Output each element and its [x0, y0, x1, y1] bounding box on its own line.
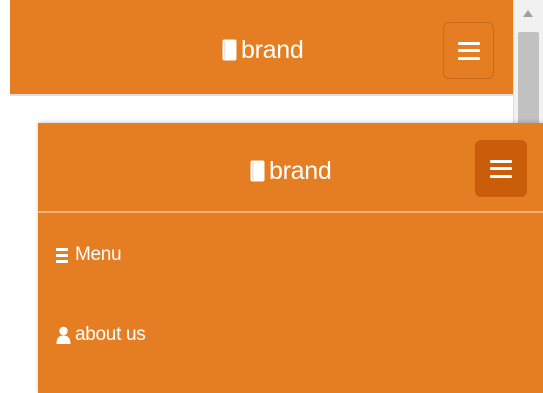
nav-item-label: about us	[75, 324, 146, 345]
user-icon	[56, 326, 71, 344]
expanded-navbar-header: brand	[38, 123, 543, 213]
nav-menu-list: Menu about us	[38, 215, 543, 375]
brand-link[interactable]: brand	[222, 35, 304, 65]
nav-item-label: Menu	[75, 244, 122, 265]
book-icon	[250, 160, 265, 182]
brand-link[interactable]: brand	[250, 156, 332, 186]
hamburger-icon	[490, 159, 512, 178]
brand-label: brand	[269, 156, 332, 185]
nav-item-about-us[interactable]: about us	[38, 295, 543, 375]
hamburger-icon	[457, 41, 480, 60]
navbar-toggle-button[interactable]	[443, 22, 494, 79]
list-icon	[56, 246, 71, 264]
scroll-up-arrow-icon[interactable]	[523, 10, 533, 17]
navbar-toggle-button-active[interactable]	[475, 140, 527, 197]
nav-item-menu[interactable]: Menu	[38, 215, 543, 295]
top-navbar: brand	[10, 0, 513, 96]
book-icon	[222, 39, 237, 61]
brand-label: brand	[241, 35, 304, 64]
expanded-navbar: brand Menu about us	[38, 123, 543, 393]
